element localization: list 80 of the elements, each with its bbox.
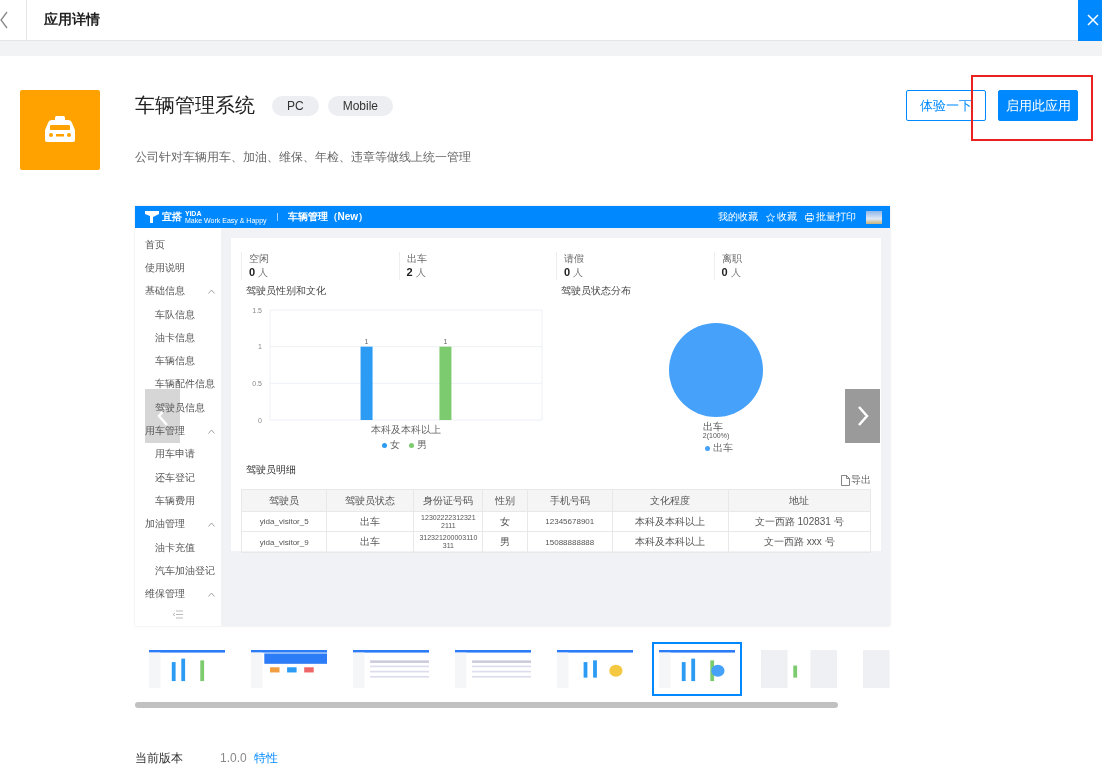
stat-unit: 人: [258, 266, 269, 280]
section-title: 驾驶员明细: [246, 463, 296, 477]
sidebar-item[interactable]: 基础信息: [135, 279, 221, 303]
sidebar-item[interactable]: 油卡信息: [135, 326, 221, 350]
stat-value: 0: [249, 266, 256, 278]
stat-value: 0: [564, 266, 571, 278]
screenshot-thumbnail[interactable]: [652, 642, 742, 696]
stat-label: 空闲: [249, 252, 270, 266]
sidebar-item[interactable]: 用车申请: [135, 442, 221, 466]
platform-tag: Mobile: [327, 95, 394, 116]
version-label: 当前版本: [135, 750, 184, 765]
sidebar-item[interactable]: 用车管理: [135, 419, 221, 443]
stat-label: 请假: [564, 252, 585, 266]
column-header: 驾驶员状态: [326, 489, 414, 512]
app-title: 车辆管理（New）: [287, 210, 369, 224]
table-cell: 15088888888: [527, 531, 613, 553]
table-cell: 本科及本科以上: [612, 531, 728, 553]
stat-value: 0: [721, 266, 728, 278]
stat-unit: 人: [573, 266, 584, 280]
sidebar-item[interactable]: 首页: [135, 233, 221, 257]
table-cell: 女: [482, 511, 528, 532]
brand-name: 宜搭: [162, 210, 182, 224]
table-cell: 文一西路 102831 号: [728, 511, 871, 532]
page-title: 应用详情: [44, 11, 101, 29]
sidebar-item[interactable]: 车辆配件信息: [135, 372, 221, 397]
printer-icon: [805, 212, 814, 222]
platform-tag: PC: [272, 95, 319, 116]
sidebar-item[interactable]: 车辆费用: [135, 489, 221, 513]
avatar-icon[interactable]: [866, 210, 882, 224]
next-button[interactable]: [845, 389, 880, 443]
table-cell: 12345678901: [527, 511, 613, 532]
chart-title: 驾驶员性别和文化: [246, 284, 327, 298]
stat-label: 出车: [406, 252, 428, 266]
close-button[interactable]: [1078, 0, 1102, 41]
legend-label: 男: [416, 438, 427, 452]
features-link[interactable]: 特性: [253, 750, 278, 765]
stat-unit: 人: [415, 266, 426, 280]
stat-unit: 人: [730, 266, 741, 280]
column-header: 性别: [482, 489, 528, 512]
chevron-right-icon: [856, 406, 869, 426]
table-cell: yida_visitor_9: [241, 531, 327, 553]
column-header: 驾驶员: [241, 489, 327, 512]
column-header: 地址: [728, 489, 871, 512]
table-cell: 出车: [326, 531, 414, 553]
chart-title: 驾驶员状态分布: [561, 284, 632, 298]
column-header: 手机号码: [527, 489, 613, 512]
app-name: 车辆管理系统: [135, 93, 255, 118]
pie-label: 出车: [702, 422, 723, 432]
back-icon: [0, 11, 8, 29]
app-description: 公司针对车辆用车、加油、维保、年检、违章等做线上统一管理: [135, 149, 472, 166]
column-header: 文化程度: [612, 489, 728, 512]
export-icon: [841, 474, 850, 486]
table-cell: 文一西路 xxx 号: [728, 531, 871, 553]
export-link[interactable]: 导出: [851, 473, 871, 487]
sidebar-item[interactable]: 汽车加油登记: [135, 559, 221, 583]
sidebar-item[interactable]: 车队信息: [135, 302, 221, 327]
stat-label: 离职: [721, 252, 743, 266]
sidebar-item[interactable]: 驾驶员信息: [135, 396, 221, 420]
sidebar-item[interactable]: 车辆信息: [135, 349, 221, 373]
sidebar-item[interactable]: 油卡充值: [135, 535, 221, 560]
back-button[interactable]: [0, 0, 27, 40]
table-cell: 男: [482, 531, 528, 553]
table-cell: 本科及本科以上: [612, 511, 728, 532]
table-cell: yida_visitor_5: [241, 511, 327, 532]
sidebar-item[interactable]: 加油管理: [135, 512, 221, 536]
sidebar-item[interactable]: 还车登记: [135, 465, 221, 490]
car-icon: [42, 115, 78, 145]
stat-value: 2: [406, 266, 413, 278]
table-cell: 出车: [326, 511, 414, 532]
x-axis-label: 本科及本科以上: [371, 424, 441, 436]
try-button[interactable]: 体验一下: [906, 90, 986, 121]
sidebar-item[interactable]: 维保管理: [135, 582, 221, 606]
close-icon: [1086, 13, 1100, 27]
version-number: 1.0.0: [220, 751, 247, 765]
star-icon: [766, 212, 775, 222]
legend-label: 出车: [713, 441, 733, 455]
column-header: 身份证号码: [413, 489, 483, 512]
legend-label: 女: [389, 438, 400, 452]
logo-icon: [145, 211, 159, 223]
sidebar-item[interactable]: 使用说明: [135, 256, 221, 280]
